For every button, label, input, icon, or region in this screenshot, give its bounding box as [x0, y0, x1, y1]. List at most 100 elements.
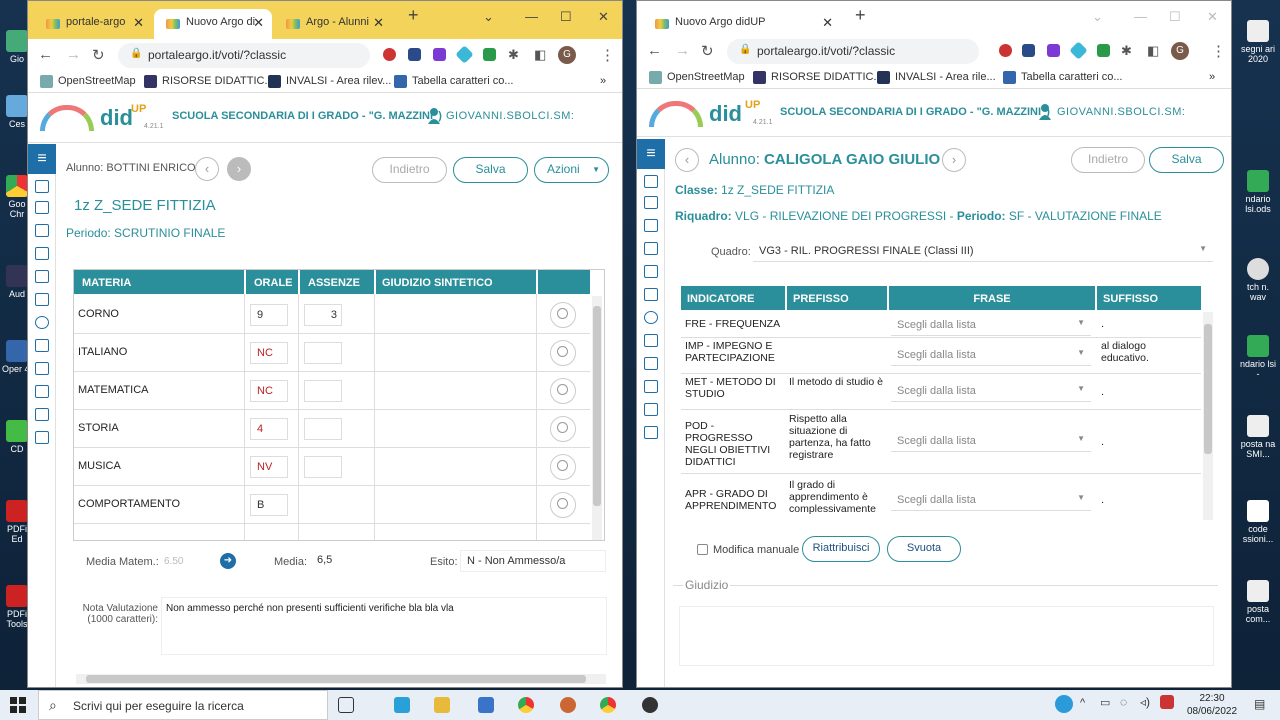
frase-select[interactable]: Scegli dalla lista — [891, 489, 1091, 511]
orale-input[interactable]: B — [250, 494, 288, 516]
settings-icon[interactable] — [644, 403, 658, 416]
profile-avatar[interactable]: G — [558, 46, 576, 64]
print-icon[interactable] — [35, 339, 49, 352]
desktop-icon[interactable]: code ssioni... — [1238, 500, 1278, 544]
arrow-right-icon[interactable]: ➜ — [220, 553, 236, 569]
home-icon[interactable] — [35, 180, 49, 193]
battery-icon[interactable]: ▭ — [1100, 696, 1110, 709]
mail-icon[interactable] — [478, 697, 494, 713]
close-tab-icon[interactable]: ✕ — [253, 15, 264, 31]
user-name[interactable]: GIOVANNI.SBOLCI.SM: — [1037, 104, 1186, 120]
assenze-input[interactable] — [304, 342, 342, 364]
search-icon[interactable] — [550, 302, 576, 328]
frase-select[interactable]: Scegli dalla lista — [891, 430, 1091, 452]
new-tab-icon[interactable]: + — [855, 5, 866, 26]
search-icon[interactable] — [550, 492, 576, 518]
prev-student-button[interactable]: ‹ — [195, 157, 219, 181]
back-button[interactable]: Indietro — [1071, 147, 1145, 173]
notifications-icon[interactable]: ▤ — [1254, 697, 1265, 711]
desktop-icon[interactable]: ndario lsi.ods — [1238, 170, 1278, 214]
settings-icon[interactable] — [35, 408, 49, 421]
home-icon[interactable] — [644, 175, 658, 188]
more-bookmarks-icon[interactable]: » — [1209, 71, 1215, 83]
app-icon[interactable] — [560, 697, 576, 713]
calendar-icon[interactable] — [644, 196, 658, 209]
windows-start-icon[interactable] — [10, 697, 26, 713]
chrome-icon[interactable] — [518, 697, 534, 713]
frase-select[interactable]: Scegli dalla lista — [891, 344, 1091, 366]
minimize-icon[interactable]: — — [1134, 9, 1147, 24]
clock[interactable]: 22:30 08/06/2022 — [1180, 692, 1244, 718]
prev-student-button[interactable]: ‹ — [675, 148, 699, 172]
reload-icon[interactable]: ↻ — [701, 42, 714, 60]
menu-dots-icon[interactable]: ⋮ — [600, 46, 615, 64]
search-icon[interactable] — [550, 378, 576, 404]
forward-arrow-icon[interactable]: → — [66, 46, 81, 63]
search-icon[interactable] — [550, 340, 576, 366]
reload-icon[interactable]: ↻ — [92, 46, 105, 64]
profile-avatar[interactable]: G — [1171, 42, 1189, 60]
horizontal-scrollbar[interactable] — [76, 674, 606, 684]
chart-icon[interactable] — [35, 270, 49, 283]
maximize-icon[interactable]: ☐ — [560, 9, 572, 25]
task-view-icon[interactable] — [338, 697, 354, 713]
book-icon[interactable] — [35, 247, 49, 260]
orale-input[interactable]: 9 — [250, 304, 288, 326]
bookmark[interactable]: INVALSI - Area rile... — [877, 71, 996, 84]
network-icon[interactable]: ◌ — [1120, 695, 1127, 709]
sidepanel-icon[interactable]: ◧ — [534, 47, 546, 63]
sidepanel-icon[interactable]: ◧ — [1147, 43, 1159, 59]
chevron-down-icon[interactable]: ⌄ — [1092, 9, 1103, 25]
search-icon[interactable] — [550, 454, 576, 480]
extension-icon[interactable] — [999, 44, 1012, 57]
bookmark[interactable]: RISORSE DIDATTIC... — [144, 75, 274, 88]
extension-icon[interactable] — [383, 48, 396, 61]
desktop-icon[interactable]: segni ari 2020 — [1238, 20, 1278, 64]
extension-icon[interactable] — [1097, 44, 1110, 57]
megaphone-icon[interactable] — [35, 293, 49, 306]
orale-input[interactable]: NV — [250, 456, 288, 478]
address-bar[interactable]: 🔒 portaleargo.it/voti/?classic — [118, 43, 370, 68]
table-scrollbar[interactable] — [1203, 312, 1213, 520]
calendar-icon[interactable] — [35, 201, 49, 214]
app-tray-icon[interactable] — [1160, 695, 1174, 709]
tab-nuovo-argo[interactable]: Nuovo Argo di ✕ — [154, 9, 272, 39]
taskbar-search[interactable]: ⌕ Scrivi qui per eseguire la ricerca — [38, 690, 328, 720]
print-icon[interactable] — [644, 334, 658, 347]
riattribuisci-button[interactable]: Riattribuisci — [802, 536, 880, 562]
forward-arrow-icon[interactable]: → — [675, 42, 690, 59]
quadro-select[interactable]: VG3 - RIL. PROGRESSI FINALE (Classi III) — [753, 240, 1213, 262]
actions-button[interactable]: Azioni ▼ — [534, 157, 609, 183]
bookmark[interactable]: OpenStreetMap — [649, 71, 745, 84]
bookmark[interactable]: Tabella caratteri co... — [394, 75, 514, 88]
assenze-input[interactable] — [304, 380, 342, 402]
app-icon[interactable] — [642, 697, 658, 713]
frase-select[interactable]: Scegli dalla lista — [891, 314, 1091, 336]
chart-icon[interactable] — [644, 265, 658, 278]
assenze-input[interactable]: 3 — [304, 304, 342, 326]
bookmark[interactable]: Tabella caratteri co... — [1003, 71, 1123, 84]
user-name[interactable]: GIOVANNI.SBOLCI.SM: — [426, 108, 575, 124]
extension-icon[interactable] — [1069, 41, 1088, 60]
giudizio-textarea[interactable] — [679, 606, 1214, 666]
desktop-icon[interactable]: tch n. wav — [1238, 258, 1278, 302]
extension-icon[interactable] — [408, 48, 421, 61]
menu-dots-icon[interactable]: ⋮ — [1211, 42, 1226, 60]
extension-icon[interactable] — [433, 48, 446, 61]
tab-portale-argo[interactable]: portale-argo ✕ — [34, 9, 152, 39]
modifica-manuale-checkbox[interactable] — [697, 544, 708, 555]
clock-icon[interactable] — [35, 316, 49, 329]
register-icon[interactable] — [35, 224, 49, 237]
clock-icon[interactable] — [644, 311, 658, 324]
app-icon[interactable] — [394, 697, 410, 713]
extension-icon[interactable] — [483, 48, 496, 61]
desktop-icon[interactable]: posta com... — [1238, 580, 1278, 624]
tab-argo-alunni[interactable]: Argo - Alunni ✕ — [274, 9, 392, 39]
minimize-icon[interactable]: — — [525, 9, 538, 24]
bookmark[interactable]: RISORSE DIDATTIC... — [753, 71, 883, 84]
share-icon[interactable] — [35, 362, 49, 375]
frase-select[interactable]: Scegli dalla lista — [891, 380, 1091, 402]
tools-icon[interactable] — [35, 385, 49, 398]
back-arrow-icon[interactable]: ← — [647, 42, 662, 59]
bookmark[interactable]: INVALSI - Area rilev... — [268, 75, 391, 88]
